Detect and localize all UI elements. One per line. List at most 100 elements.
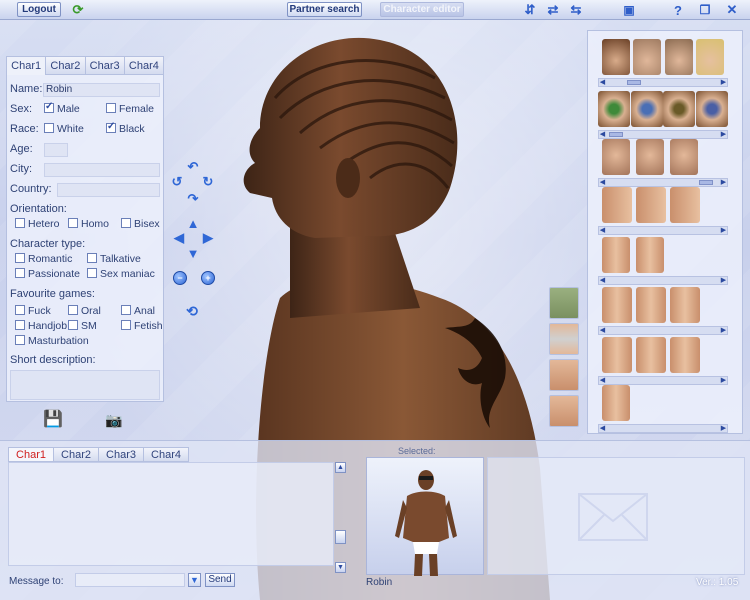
clothing-option-shirt[interactable]: [549, 287, 579, 319]
scroll-thumb[interactable]: [335, 530, 346, 544]
black-checkbox[interactable]: [106, 121, 116, 133]
scroll-down-icon[interactable]: ▼: [335, 562, 346, 573]
refresh-icon[interactable]: ⟳: [70, 2, 86, 18]
face-scrollbar[interactable]: ◀ ▶: [598, 226, 728, 235]
hair-option-4[interactable]: [695, 39, 724, 75]
head-option-2[interactable]: [636, 139, 664, 175]
sm-checkbox[interactable]: [68, 320, 78, 330]
chat-tab-char1[interactable]: Char1: [8, 447, 54, 462]
hair-option-3[interactable]: [664, 39, 693, 75]
rotate-down-icon[interactable]: ↷: [186, 191, 200, 206]
zoom-in-icon[interactable]: +: [201, 271, 215, 285]
eyes-option-3[interactable]: [663, 91, 696, 127]
chat-tab-char2[interactable]: Char2: [53, 447, 99, 462]
skin-option-1[interactable]: [549, 359, 579, 391]
anal-checkbox[interactable]: [121, 305, 131, 315]
face-option-2[interactable]: [636, 187, 666, 223]
chat-scrollbar[interactable]: ▲ ▼: [335, 462, 347, 574]
rotate-icon-1[interactable]: ⇵: [522, 2, 538, 18]
orientation-hetero[interactable]: Hetero: [15, 218, 60, 230]
eyes-option-4[interactable]: [695, 91, 728, 127]
recipient-dropdown-icon[interactable]: ▼: [188, 573, 201, 587]
fetish-checkbox[interactable]: [121, 320, 131, 330]
move-left-icon[interactable]: ◀: [172, 230, 186, 245]
chat-tab-char3[interactable]: Char3: [98, 447, 144, 462]
clothing-option-bra[interactable]: [549, 323, 579, 355]
head-scrollbar[interactable]: ◀ ▶: [598, 178, 728, 187]
type-sex-maniac[interactable]: Sex maniac: [87, 268, 155, 280]
partner-search-button[interactable]: Partner search: [287, 2, 362, 17]
scroll-right-icon[interactable]: ▶: [719, 78, 728, 87]
send-button[interactable]: Send: [205, 573, 235, 587]
tab-char4[interactable]: Char4: [124, 57, 163, 75]
male-checkbox[interactable]: [44, 101, 54, 113]
hair-option-2[interactable]: [633, 39, 662, 75]
head-option-1[interactable]: [602, 139, 630, 175]
minimize-icon[interactable]: ❐: [697, 2, 713, 18]
game-fuck[interactable]: Fuck: [15, 305, 51, 317]
hair-scrollbar[interactable]: ◀ ▶: [598, 78, 728, 87]
sex-option-female[interactable]: Female: [106, 103, 154, 115]
move-up-icon[interactable]: ▲: [186, 216, 200, 231]
tab-char2[interactable]: Char2: [46, 57, 86, 75]
oral-checkbox[interactable]: [68, 305, 78, 315]
romantic-checkbox[interactable]: [15, 253, 25, 263]
pelvis-scrollbar[interactable]: ◀ ▶: [598, 376, 728, 385]
head-option-3[interactable]: [670, 139, 698, 175]
rotate-icon-3[interactable]: ⇆: [568, 2, 584, 18]
race-option-white[interactable]: White: [44, 123, 84, 135]
skin-option-2[interactable]: [549, 395, 579, 427]
body-scrollbar[interactable]: ◀ ▶: [598, 326, 728, 335]
orientation-homo[interactable]: Homo: [68, 218, 109, 230]
rotate-right-icon[interactable]: ↻: [201, 174, 215, 189]
body-option-3[interactable]: [670, 287, 700, 323]
fuck-checkbox[interactable]: [15, 305, 25, 315]
sex-option-male[interactable]: Male: [44, 101, 80, 115]
hetero-checkbox[interactable]: [15, 218, 25, 228]
rotate-icon-2[interactable]: ⇄: [545, 2, 561, 18]
game-masturbation[interactable]: Masturbation: [15, 335, 89, 347]
homo-checkbox[interactable]: [68, 218, 78, 228]
pelvis-option-1[interactable]: [602, 337, 632, 373]
hair-option-1[interactable]: [602, 39, 630, 75]
legs-scrollbar[interactable]: ◀ ▶: [598, 424, 728, 433]
torso-option-1[interactable]: [602, 237, 630, 273]
talkative-checkbox[interactable]: [87, 253, 97, 263]
type-talkative[interactable]: Talkative: [87, 253, 141, 265]
window-icon[interactable]: ▣: [621, 2, 637, 18]
game-fetish[interactable]: Fetish: [121, 320, 163, 332]
game-oral[interactable]: Oral: [68, 305, 101, 317]
envelope-icon[interactable]: [578, 493, 648, 541]
camera-reset-icon[interactable]: ⟲: [180, 303, 204, 319]
passionate-checkbox[interactable]: [15, 268, 25, 278]
sex-maniac-checkbox[interactable]: [87, 268, 97, 278]
orientation-bisex[interactable]: Bisex: [121, 218, 160, 230]
help-icon[interactable]: ?: [670, 2, 686, 18]
logout-button[interactable]: Logout: [17, 2, 61, 17]
pelvis-option-2[interactable]: [636, 337, 666, 373]
close-icon[interactable]: ✕: [724, 2, 740, 18]
camera-icon[interactable]: 📷: [104, 412, 124, 428]
short-description-field[interactable]: [10, 370, 160, 400]
eyes-option-2[interactable]: [630, 91, 663, 127]
bisex-checkbox[interactable]: [121, 218, 131, 228]
scroll-left-icon[interactable]: ◀: [598, 78, 607, 87]
scroll-knob[interactable]: [627, 80, 641, 85]
white-checkbox[interactable]: [44, 123, 54, 133]
type-romantic[interactable]: Romantic: [15, 253, 72, 265]
face-option-1[interactable]: [602, 187, 632, 223]
eyes-option-1[interactable]: [598, 91, 630, 127]
game-anal[interactable]: Anal: [121, 305, 155, 317]
body-option-2[interactable]: [636, 287, 666, 323]
pelvis-option-3[interactable]: [670, 337, 700, 373]
move-right-icon[interactable]: ▶: [201, 230, 215, 245]
age-field[interactable]: [44, 143, 68, 157]
message-to-field[interactable]: [75, 573, 185, 587]
scroll-up-icon[interactable]: ▲: [335, 462, 346, 473]
female-checkbox[interactable]: [106, 103, 116, 113]
move-down-icon[interactable]: ▼: [186, 246, 200, 261]
legs-option-1[interactable]: [602, 385, 630, 421]
country-field[interactable]: [57, 183, 160, 197]
race-option-black[interactable]: Black: [106, 121, 145, 135]
name-field[interactable]: Robin: [43, 83, 160, 97]
